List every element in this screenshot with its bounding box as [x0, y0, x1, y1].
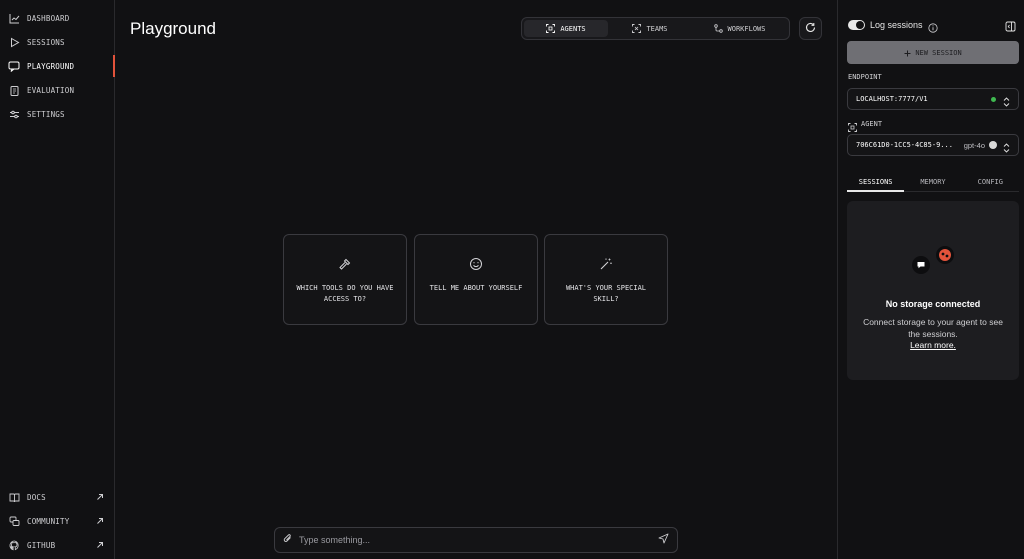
- endpoint-label: ENDPOINT: [848, 73, 882, 81]
- storage-description: Connect storage to your agent to see the…: [863, 317, 1003, 339]
- right-panel: Log sessions NEW SESSION ENDPOINT LOCALH…: [837, 0, 1024, 559]
- sidebar-item-label: EVALUATION: [27, 85, 75, 95]
- page-title: Playground: [130, 19, 217, 38]
- teams-icon: [632, 20, 642, 38]
- magic-wand-icon: [598, 256, 614, 272]
- panel-tabs: SESSIONS MEMORY CONFIG: [847, 172, 1019, 192]
- log-sessions-label: Log sessions: [870, 20, 923, 30]
- tab-teams[interactable]: TEAMS: [608, 20, 692, 37]
- agent-value: 706C61D0-1CC5-4C85-9...: [856, 141, 953, 149]
- sliders-icon: [8, 108, 20, 120]
- status-dot: [991, 96, 996, 102]
- send-icon[interactable]: [658, 531, 669, 549]
- prompt-card-about[interactable]: TELL ME ABOUT YOURSELF: [414, 234, 538, 325]
- external-link-icon: [95, 516, 105, 526]
- sidebar-link-community[interactable]: COMMUNITY: [0, 510, 115, 532]
- clipboard-icon: [8, 84, 20, 96]
- tab-agents[interactable]: AGENTS: [524, 20, 608, 37]
- sidebar-item-evaluation[interactable]: EVALUATION: [0, 79, 115, 101]
- chevron-updown-icon: [1003, 94, 1010, 107]
- play-icon: [8, 36, 20, 48]
- sidebar: DASHBOARD SESSIONS PLAYGROUND EVALUATION…: [0, 0, 115, 559]
- refresh-icon: [805, 20, 816, 38]
- tab-config[interactable]: CONFIG: [962, 172, 1019, 191]
- new-session-button[interactable]: NEW SESSION: [847, 41, 1019, 64]
- chat-input[interactable]: [299, 535, 658, 545]
- hammer-icon: [337, 256, 353, 272]
- mode-switch: AGENTS TEAMS WORKFLOWS: [521, 17, 790, 40]
- sidebar-item-label: PLAYGROUND: [27, 61, 75, 71]
- external-link-icon: [95, 492, 105, 502]
- book-icon: [8, 491, 20, 503]
- storage-title: No storage connected: [885, 299, 981, 309]
- plus-icon: [904, 44, 911, 62]
- smiley-icon: [468, 256, 484, 272]
- prompt-card-skill[interactable]: WHAT'S YOUR SPECIAL SKILL?: [544, 234, 668, 325]
- endpoint-value: LOCALHOST:7777/V1: [856, 95, 928, 103]
- refresh-button[interactable]: [799, 17, 822, 40]
- endpoint-select[interactable]: LOCALHOST:7777/V1: [847, 88, 1019, 110]
- chat-input-box: [274, 527, 678, 553]
- log-sessions-toggle[interactable]: [848, 20, 865, 30]
- sidebar-link-label: COMMUNITY: [27, 516, 70, 526]
- model-tag: gpt-4o: [963, 140, 985, 150]
- storage-empty-state: No storage connected Connect storage to …: [847, 201, 1019, 380]
- agent-label: AGENT: [861, 120, 883, 128]
- brain-icon: [936, 246, 954, 264]
- sidebar-link-label: GITHUB: [27, 540, 56, 550]
- github-icon: [8, 539, 20, 551]
- agent-select[interactable]: 706C61D0-1CC5-4C85-9... gpt-4o: [847, 134, 1019, 156]
- sidebar-link-label: DOCS: [27, 492, 46, 502]
- chat-bubble-icon: [8, 60, 20, 72]
- sidebar-item-settings[interactable]: SETTINGS: [0, 103, 115, 125]
- sidebar-item-playground[interactable]: PLAYGROUND: [0, 55, 115, 77]
- prompt-card-tools[interactable]: WHICH TOOLS DO YOU HAVE ACCESS TO?: [283, 234, 407, 325]
- tab-workflows[interactable]: WORKFLOWS: [692, 20, 787, 37]
- chat-bubble-icon: [912, 256, 930, 274]
- tab-memory[interactable]: MEMORY: [904, 172, 961, 191]
- collapse-panel-icon[interactable]: [1005, 19, 1016, 32]
- model-logo-icon: [989, 141, 997, 149]
- learn-more-link[interactable]: Learn more.: [847, 340, 1019, 350]
- sidebar-item-sessions[interactable]: SESSIONS: [0, 31, 115, 53]
- sidebar-link-github[interactable]: GITHUB: [0, 534, 115, 556]
- chart-line-icon: [8, 12, 20, 24]
- sidebar-link-docs[interactable]: DOCS: [0, 486, 115, 508]
- sidebar-item-label: SESSIONS: [27, 37, 65, 47]
- agent-scan-icon: [546, 20, 556, 38]
- workflow-icon: [713, 20, 723, 38]
- main-area: Playground AGENTS TEAMS WORKFLOWS WHICH …: [116, 0, 837, 559]
- tab-sessions[interactable]: SESSIONS: [847, 172, 905, 192]
- sidebar-item-dashboard[interactable]: DASHBOARD: [0, 7, 115, 29]
- storage-illustration: [909, 243, 959, 279]
- sidebar-item-label: DASHBOARD: [27, 13, 70, 23]
- chevron-updown-icon: [1003, 140, 1010, 153]
- sidebar-item-label: SETTINGS: [27, 109, 65, 119]
- external-link-icon: [95, 540, 105, 550]
- info-icon[interactable]: [928, 20, 938, 33]
- community-icon: [8, 515, 20, 527]
- attachment-icon[interactable]: [283, 531, 293, 549]
- active-indicator: [113, 55, 115, 77]
